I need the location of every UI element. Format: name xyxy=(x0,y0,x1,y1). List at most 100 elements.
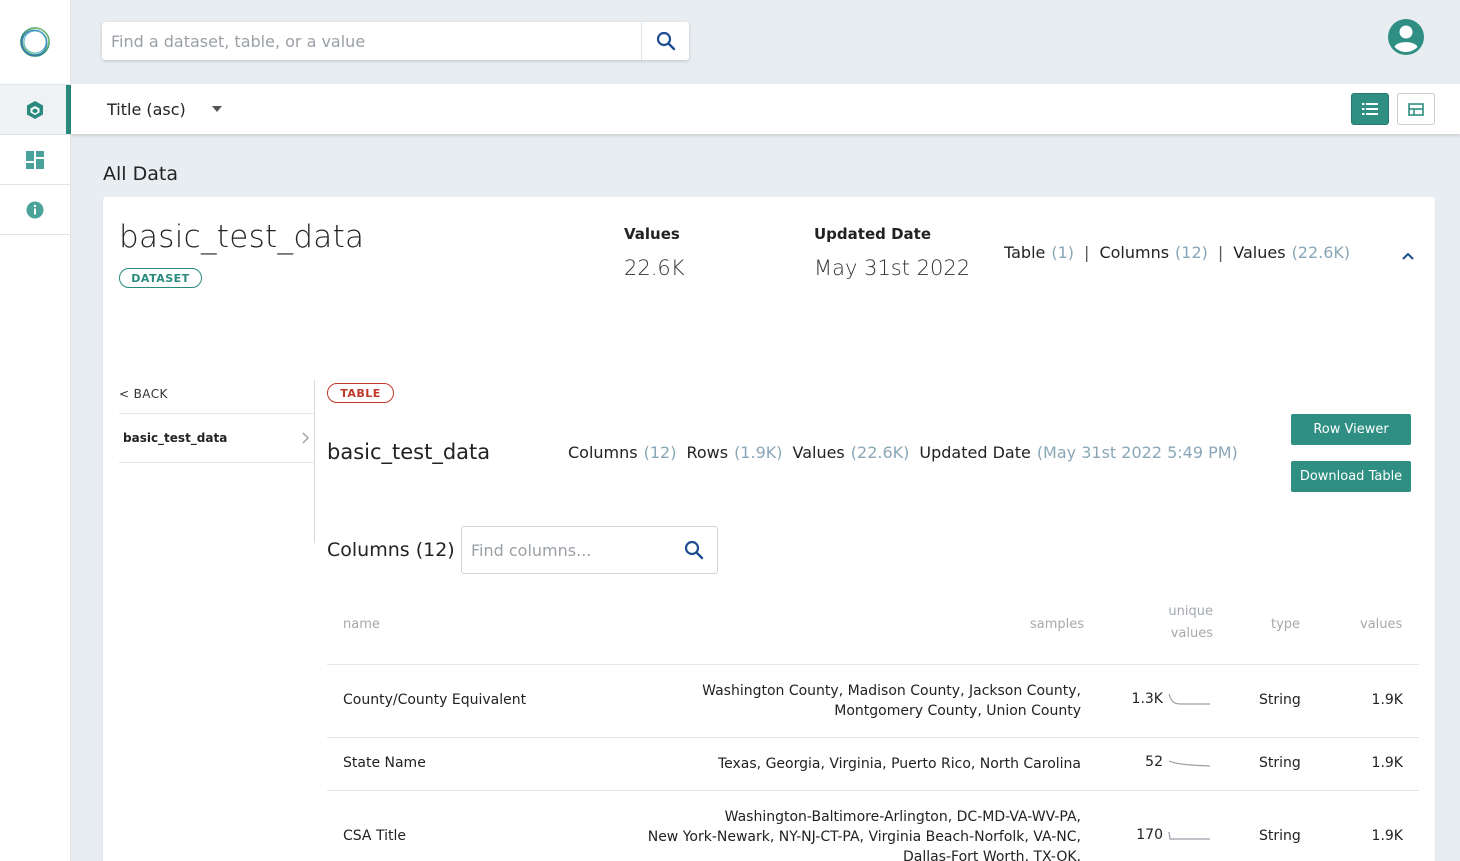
summary-separator: | xyxy=(1217,243,1224,262)
samples-line: Washington-Baltimore-Arlington, DC-MD-VA… xyxy=(724,809,1081,825)
header-unique-values[interactable]: unique values xyxy=(1163,604,1213,641)
header-type[interactable]: type xyxy=(1271,617,1300,632)
dashboard-icon xyxy=(26,150,44,169)
table-badge: TABLE xyxy=(327,383,394,403)
samples-line: Texas, Georgia, Virginia, Puerto Rico, N… xyxy=(717,756,1081,772)
nav-dashboard[interactable] xyxy=(0,135,70,185)
table-columns-label: Columns xyxy=(568,443,638,462)
column-samples: Washington County, Madison County, Jacks… xyxy=(702,681,1081,721)
back-link[interactable]: < BACK xyxy=(119,387,168,401)
sparkline xyxy=(1168,693,1210,705)
sort-label: Title (asc) xyxy=(107,99,186,119)
search-button[interactable] xyxy=(641,22,689,60)
summary-values-label: Values xyxy=(1233,243,1286,262)
tree-item-label: basic_test_data xyxy=(123,431,228,445)
chevron-right-icon xyxy=(302,432,309,444)
info-icon xyxy=(26,201,44,218)
unique-count: 1.3K xyxy=(1131,691,1163,707)
chevron-down-icon xyxy=(211,106,222,112)
summary-values-count: (22.6K) xyxy=(1291,243,1351,262)
samples-line: New York-Newark, NY-NJ-CT-PA, Virginia B… xyxy=(647,829,1081,845)
columns-title: Columns (12) xyxy=(327,539,455,561)
header-samples[interactable]: samples xyxy=(1030,617,1084,632)
sparkline xyxy=(1168,831,1210,840)
unique-count: 52 xyxy=(1145,754,1163,770)
cube-icon xyxy=(27,100,43,119)
search-icon xyxy=(656,31,675,51)
values-label: Values xyxy=(624,225,680,243)
table-updated-label: Updated Date xyxy=(919,443,1031,462)
list-icon xyxy=(1362,103,1378,115)
nav-info[interactable] xyxy=(0,185,70,235)
grid-icon xyxy=(1408,102,1424,116)
column-type: String xyxy=(1259,692,1301,708)
header-unique-line1: unique xyxy=(1168,604,1213,619)
page-title: All Data xyxy=(103,163,178,185)
dataset-badge: DATASET xyxy=(119,268,202,288)
summary-columns-count: (12) xyxy=(1175,243,1208,262)
global-search-input[interactable]: Find a dataset, table, or a value xyxy=(102,32,641,51)
column-search[interactable]: Find columns... xyxy=(461,526,718,574)
table-values-label: Values xyxy=(792,443,845,462)
summary-separator: | xyxy=(1084,243,1090,262)
samples-line: Dallas-Fort Worth, TX-OK, xyxy=(902,849,1081,861)
sort-dropdown[interactable]: Title (asc) xyxy=(107,84,222,134)
table-values-count: (22.6K) xyxy=(850,443,910,462)
dataset-card: basic_test_data DATASET Values 22.6K Upd… xyxy=(103,197,1435,861)
header-values[interactable]: values xyxy=(1360,617,1402,632)
column-name: County/County Equivalent xyxy=(343,692,527,708)
table-row[interactable]: CSA Title Washington-Baltimore-Arlington… xyxy=(327,790,1419,861)
updated-date-label: Updated Date xyxy=(814,225,931,243)
download-table-button[interactable]: Download Table xyxy=(1291,461,1411,492)
column-type: String xyxy=(1259,828,1301,844)
dataset-name[interactable]: basic_test_data xyxy=(119,219,364,255)
table-stats: Columns (12) Rows (1.9K) Values (22.6K) Update… xyxy=(568,443,1248,462)
left-rail xyxy=(0,0,71,861)
chevron-up-icon xyxy=(1402,252,1414,260)
table-rows-count: (1.9K) xyxy=(734,443,783,462)
header-unique-line2: values xyxy=(1170,626,1213,641)
table-columns-count: (12) xyxy=(643,443,677,462)
column-values: 1.9K xyxy=(1371,828,1403,844)
column-search-input[interactable]: Find columns... xyxy=(462,541,671,560)
row-viewer-button[interactable]: Row Viewer xyxy=(1291,414,1411,445)
samples-line: Montgomery County, Union County xyxy=(834,703,1081,719)
column-unique: 1.3K xyxy=(1117,691,1212,707)
column-name: State Name xyxy=(343,755,426,771)
summary-table-label: Table xyxy=(1004,243,1046,262)
user-avatar[interactable] xyxy=(1387,18,1425,56)
nav-data[interactable] xyxy=(0,85,71,135)
summary-table-count: (1) xyxy=(1051,243,1075,262)
table-name: basic_test_data xyxy=(327,440,491,464)
tree-item-table[interactable]: basic_test_data xyxy=(119,413,315,463)
updated-date-value: May 31st 2022 xyxy=(814,256,971,280)
search-icon xyxy=(684,540,704,560)
dataset-summary: Table (1) | Columns (12) | Values (22.6K… xyxy=(1004,243,1350,262)
values-value: 22.6K xyxy=(624,256,685,280)
table-updated-value: (May 31st 2022 5:49 PM) xyxy=(1036,443,1238,462)
grid-view-button[interactable] xyxy=(1397,93,1435,125)
column-samples: Texas, Georgia, Virginia, Puerto Rico, N… xyxy=(718,754,1081,774)
table-row[interactable]: State Name Texas, Georgia, Virginia, Pue… xyxy=(327,737,1419,790)
unique-count: 170 xyxy=(1136,827,1163,843)
column-name: CSA Title xyxy=(343,828,406,844)
list-view-button[interactable] xyxy=(1351,93,1389,125)
column-values: 1.9K xyxy=(1371,755,1403,771)
table-row[interactable]: County/County Equivalent Washington Coun… xyxy=(327,664,1419,737)
samples-line: Washington County, Madison County, Jacks… xyxy=(702,683,1081,699)
column-unique: 52 xyxy=(1117,754,1212,770)
sort-bar: Title (asc) xyxy=(71,84,1460,134)
header-name[interactable]: name xyxy=(343,617,380,632)
column-samples: Washington-Baltimore-Arlington, DC-MD-VA… xyxy=(648,807,1081,861)
divider xyxy=(314,380,315,543)
column-type: String xyxy=(1259,755,1301,771)
top-bar: Find a dataset, table, or a value xyxy=(71,0,1460,84)
column-values: 1.9K xyxy=(1371,692,1403,708)
column-unique: 170 xyxy=(1117,827,1212,843)
logo-icon xyxy=(20,27,50,57)
global-search[interactable]: Find a dataset, table, or a value xyxy=(102,22,689,60)
app-logo[interactable] xyxy=(0,0,70,85)
user-icon xyxy=(1388,19,1424,55)
collapse-button[interactable] xyxy=(1400,248,1416,262)
column-search-button[interactable] xyxy=(671,540,717,560)
